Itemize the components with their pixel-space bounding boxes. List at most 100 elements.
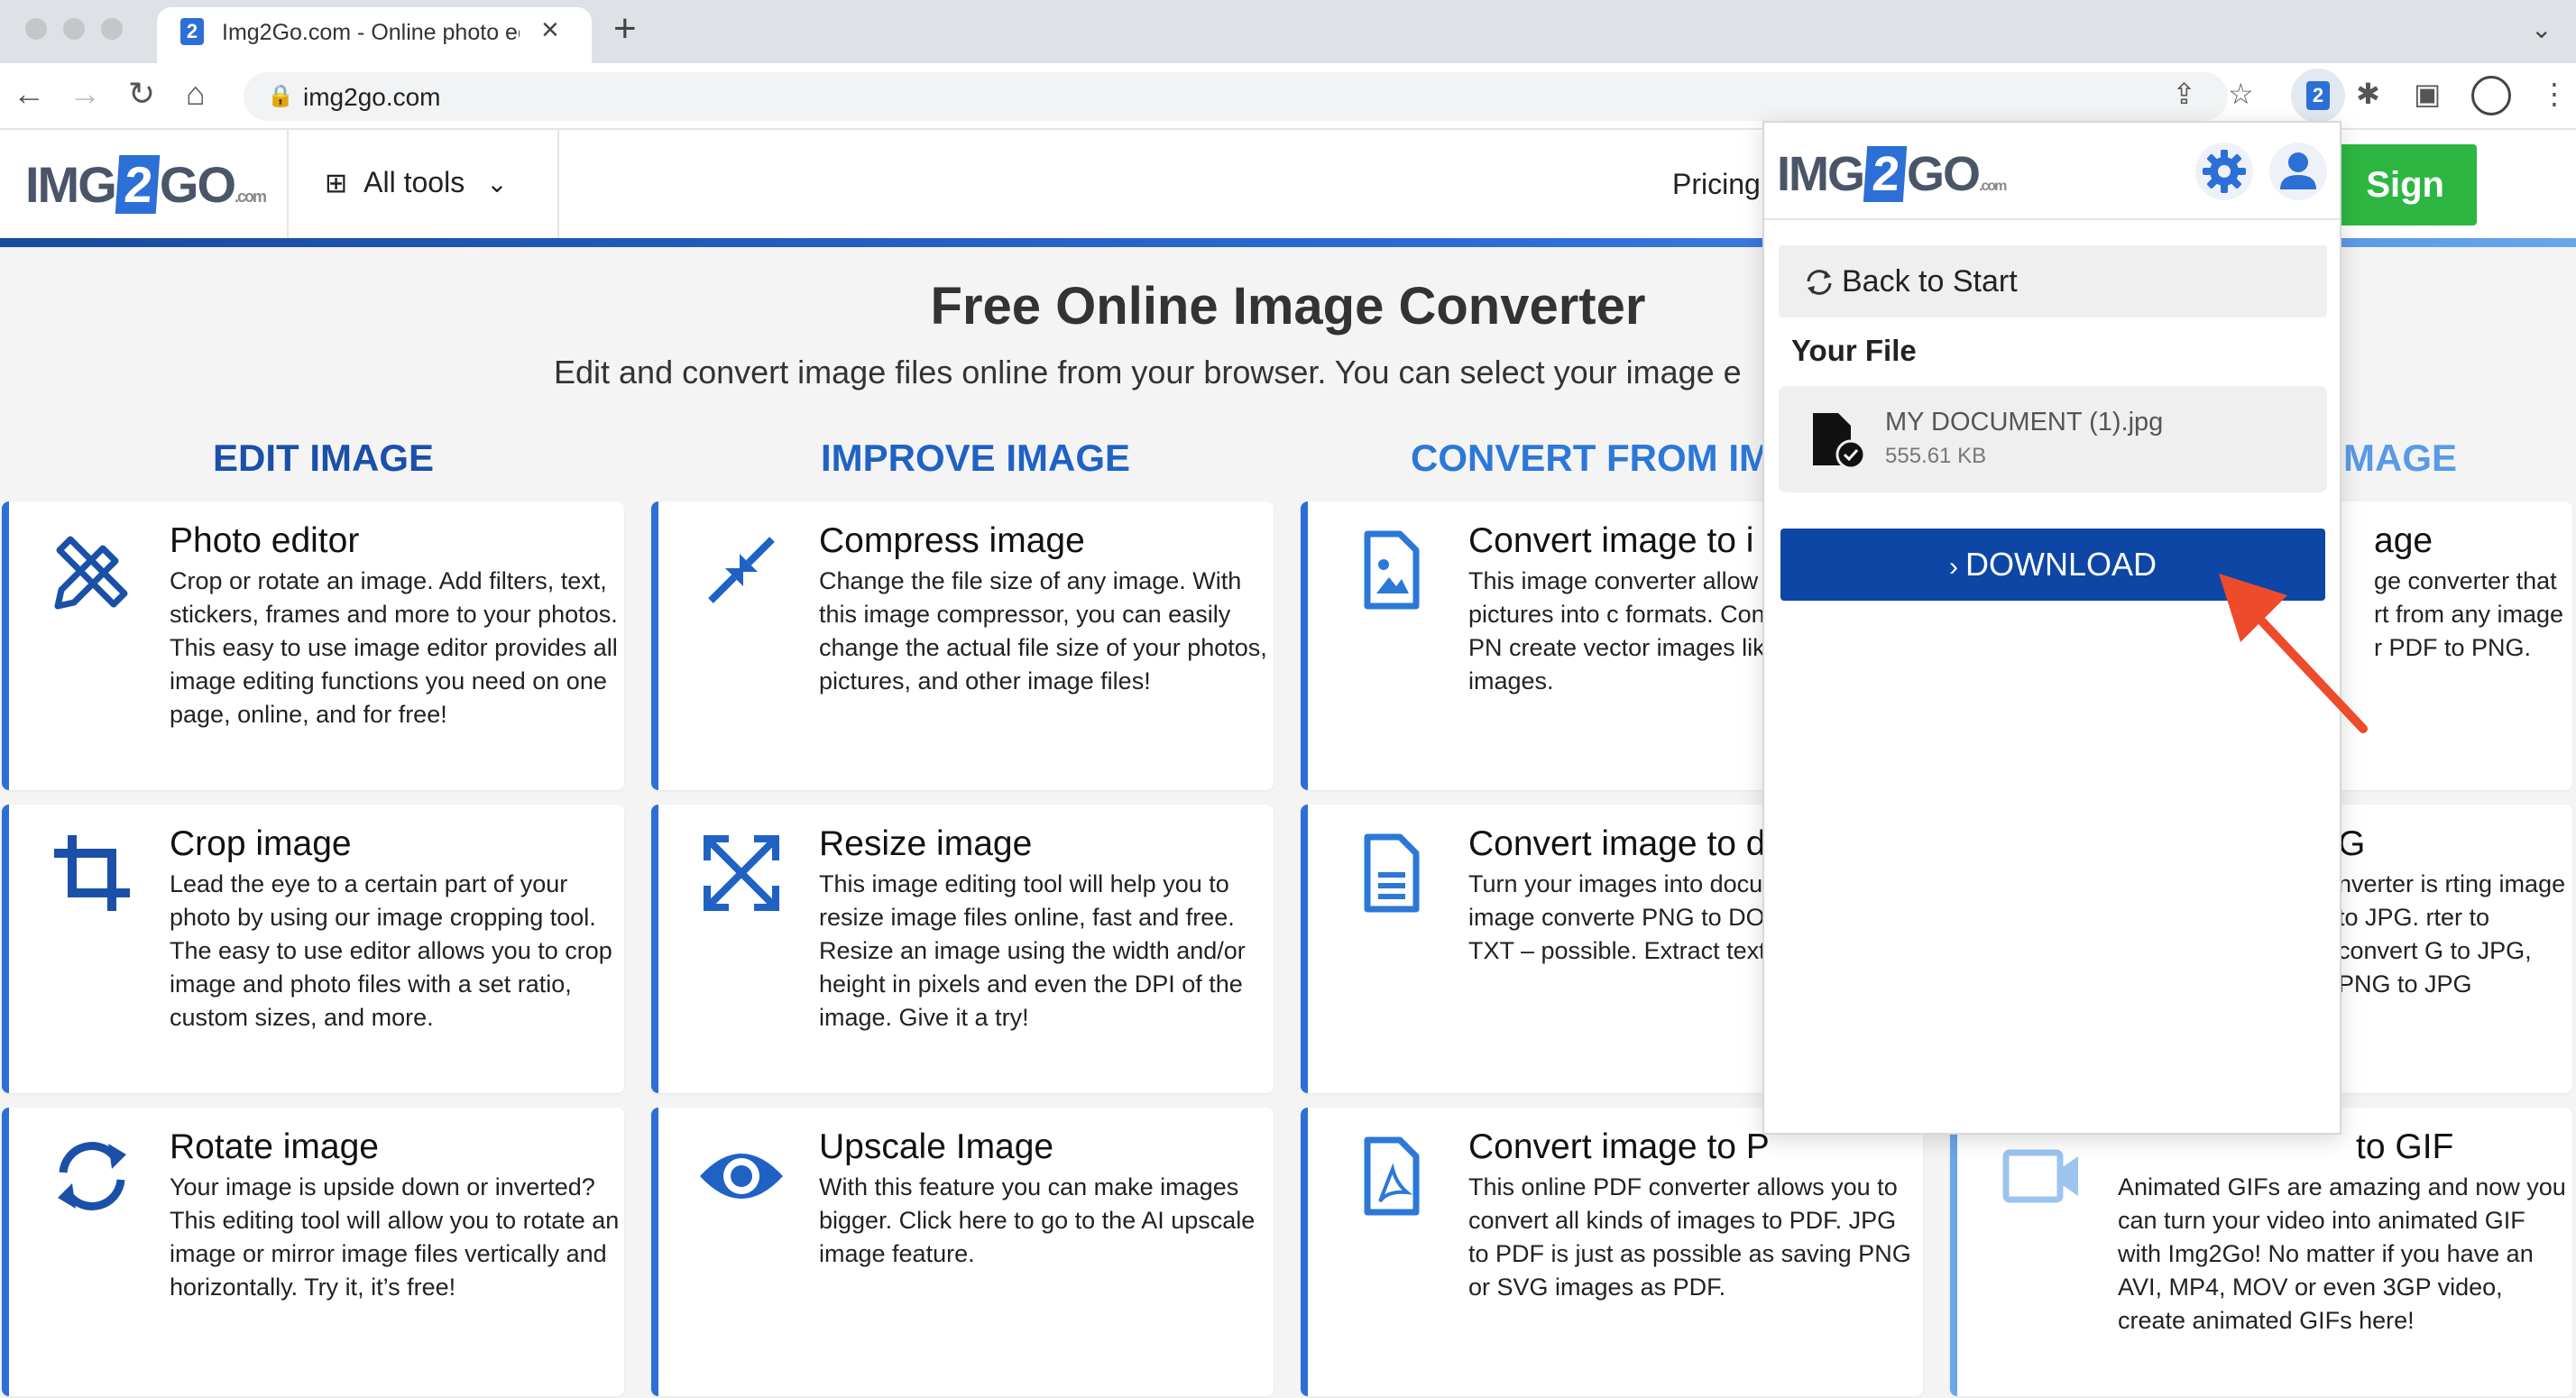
card-description: Change the file size of any image. With … — [819, 567, 1267, 694]
all-tools-menu[interactable]: ⊞ All tools ⌄ — [325, 166, 508, 199]
reload-icon[interactable]: ↻ — [128, 76, 155, 112]
card-title: Resize image — [819, 824, 1033, 863]
share-icon[interactable]: ⇪ — [2172, 76, 2196, 112]
bookmark-star-icon[interactable]: ☆ — [2228, 76, 2254, 112]
card-title: Crop image — [170, 824, 352, 863]
card-description: Your image is upside down or inverted? T… — [170, 1173, 620, 1301]
account-button[interactable] — [2269, 143, 2327, 200]
rotate-arrows-icon — [58, 1142, 126, 1210]
tab-search-chevron-icon[interactable]: ⌄ — [2531, 14, 2552, 44]
resize-arrows-icon — [704, 835, 779, 911]
browser-menu-icon[interactable]: ⋮ — [2540, 76, 2569, 112]
logo-text-two: 2 — [115, 155, 161, 214]
tool-card-rotate-image[interactable]: Rotate image Your image is upside down o… — [2, 1108, 624, 1396]
all-tools-label: All tools — [363, 166, 465, 198]
profile-avatar[interactable] — [2471, 76, 2511, 115]
back-arrow-icon[interactable]: ← — [13, 76, 45, 112]
header-divider — [287, 130, 289, 242]
file-size: 555.61 KB — [1885, 444, 1987, 468]
card-description: With this feature you can make images bi… — [819, 1173, 1256, 1267]
card-title: Convert image to i — [1468, 521, 1754, 560]
user-icon — [2280, 152, 2316, 189]
tool-card-compress-image[interactable]: Compress image Change the file size of a… — [651, 501, 1274, 790]
logo-text-two: 2 — [1863, 146, 1908, 202]
card-description: This image editing tool will help you to… — [819, 870, 1246, 1031]
crop-icon — [54, 835, 130, 911]
tool-card-video-to-gif[interactable]: to GIF Animated GIFs are amazing and now… — [1950, 1108, 2572, 1396]
back-to-start-button[interactable]: Back to Start — [1779, 245, 2327, 317]
page-subtitle: Edit and convert image files online from… — [554, 354, 1742, 391]
chevron-right-icon: › — [1948, 552, 1958, 582]
card-title: to GIF — [2356, 1127, 2454, 1166]
file-name: MY DOCUMENT (1).jpg — [1885, 408, 2164, 437]
card-title: Convert image to d — [1468, 824, 1766, 863]
browser-tab[interactable]: 2 Img2Go.com - Online photo ed × — [157, 7, 592, 63]
lock-icon: 🔒 — [267, 84, 294, 108]
logo-text-com: .com — [1979, 179, 2007, 194]
address-url: img2go.com — [303, 83, 441, 111]
gear-icon — [2203, 150, 2246, 193]
logo-text-img: IMG — [25, 156, 117, 213]
annotation-arrow-icon — [2219, 574, 2368, 733]
window-minimize-button[interactable] — [63, 18, 85, 40]
popup-header: IMG 2 GO.com — [1764, 123, 2340, 220]
column-heading-edit-image: EDIT IMAGE — [213, 437, 435, 479]
window-close-button[interactable] — [25, 18, 47, 40]
card-description: Crop or rotate an image. Add filters, te… — [170, 567, 618, 728]
tool-card-crop-image[interactable]: Crop image Lead the eye to a certain par… — [2, 805, 624, 1093]
tool-card-upscale-image[interactable]: Upscale Image With this feature you can … — [651, 1108, 1274, 1396]
popup-logo: IMG 2 GO.com — [1777, 146, 2007, 202]
logo-text-com: .com — [235, 188, 267, 206]
new-tab-button[interactable]: + — [613, 9, 637, 49]
card-title: Upscale Image — [819, 1127, 1054, 1166]
tab-close-icon[interactable]: × — [541, 14, 559, 45]
refresh-icon — [1807, 270, 1832, 295]
img2go-favicon-icon: 2 — [180, 18, 204, 45]
card-description: ge converter that rt from any image r PD… — [2374, 567, 2564, 661]
header-divider — [557, 130, 559, 242]
card-title: Compress image — [819, 521, 1085, 560]
home-icon[interactable]: ⌂ — [186, 76, 206, 112]
site-logo[interactable]: IMG 2 GO.com — [25, 155, 267, 214]
back-to-start-label: Back to Start — [1842, 264, 2018, 299]
card-description: Lead the eye to a certain part of your p… — [170, 870, 612, 1031]
pricing-link[interactable]: Pricing — [1672, 168, 1761, 201]
file-item: MY DOCUMENT (1).jpg 555.61 KB — [1779, 386, 2327, 492]
pdf-file-icon — [1364, 1136, 1420, 1216]
column-heading-convert-to-image: MAGE — [2343, 437, 2457, 479]
grid-icon: ⊞ — [325, 169, 348, 198]
eye-icon — [700, 1154, 783, 1199]
card-description: Animated GIFs are amazing and now you ca… — [2118, 1173, 2566, 1334]
chevron-down-icon: ⌄ — [486, 170, 508, 198]
browser-tab-strip: 2 Img2Go.com - Online photo ed × + ⌄ — [0, 0, 2576, 63]
card-title: Rotate image — [170, 1127, 379, 1166]
your-file-heading: Your File — [1791, 334, 1917, 367]
forward-arrow-icon[interactable]: → — [69, 76, 101, 112]
tool-card-photo-editor[interactable]: Photo editor Crop or rotate an image. Ad… — [2, 501, 624, 790]
pencil-ruler-icon — [54, 536, 128, 610]
settings-button[interactable] — [2195, 143, 2253, 200]
logo-text-go: GO — [1907, 147, 1981, 201]
window-zoom-button[interactable] — [101, 18, 123, 40]
file-check-icon — [1813, 413, 1866, 470]
img2go-extension-button[interactable]: 2 — [2291, 69, 2345, 123]
card-description: nverter is rting image to JPG. rter to c… — [2338, 870, 2566, 998]
compress-arrows-icon — [708, 537, 775, 603]
address-bar[interactable]: 🔒 img2go.com — [244, 72, 2228, 121]
column-heading-convert-from-image: CONVERT FROM IMA — [1411, 437, 1799, 479]
card-title: G — [2338, 824, 2366, 863]
card-title: Photo editor — [170, 521, 360, 560]
side-panel-icon[interactable]: ▣ — [2414, 76, 2441, 112]
browser-toolbar: ← → ↻ ⌂ 🔒 img2go.com ⇪ ☆ 2 ✱ ▣ ⋮ — [0, 63, 2576, 130]
card-title: Convert image to P — [1468, 1127, 1770, 1166]
card-description: This online PDF converter allows you to … — [1468, 1173, 1911, 1301]
video-camera-icon — [2002, 1149, 2078, 1203]
logo-text-go: GO — [159, 156, 236, 213]
tool-card-resize-image[interactable]: Resize image This image editing tool wil… — [651, 805, 1274, 1093]
extensions-puzzle-icon[interactable]: ✱ — [2356, 76, 2380, 112]
column-heading-improve-image: IMPROVE IMAGE — [821, 437, 1131, 479]
tool-card-convert-pdf[interactable]: Convert image to P This online PDF conve… — [1301, 1108, 1923, 1396]
tab-title: Img2Go.com - Online photo ed — [222, 20, 520, 45]
img2go-extension-icon: 2 — [2306, 81, 2330, 110]
document-file-icon — [1364, 833, 1420, 913]
